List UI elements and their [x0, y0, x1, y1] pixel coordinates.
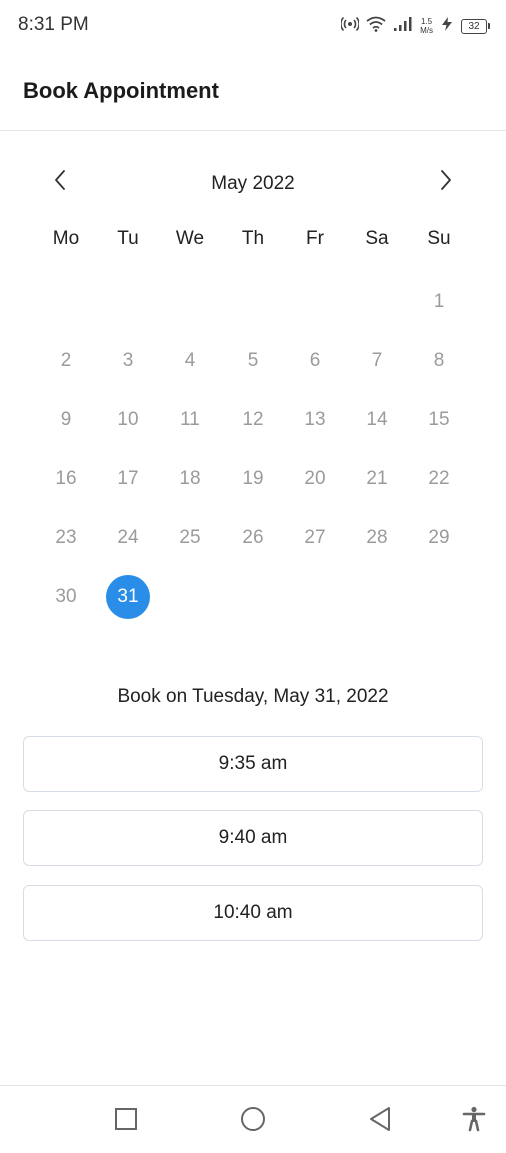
calendar-day[interactable]: 3 [106, 339, 150, 383]
calendar-day[interactable]: 20 [293, 457, 337, 501]
weekday-label: Th [241, 228, 265, 249]
calendar-day[interactable]: 28 [355, 516, 399, 560]
app-header: Book Appointment [0, 52, 506, 131]
time-slot-button[interactable]: 9:40 am [23, 810, 483, 866]
calendar-day[interactable]: 12 [231, 398, 275, 442]
calendar-day[interactable]: 17 [106, 457, 150, 501]
calendar-day[interactable]: 10 [106, 398, 150, 442]
calendar-day[interactable]: 7 [355, 339, 399, 383]
weekday-label: Su [427, 228, 451, 249]
status-icons: 1.5 M/s 32 [340, 14, 490, 38]
time-slot-label: 10:40 am [213, 902, 293, 923]
calendar-day[interactable]: 2 [44, 339, 88, 383]
battery-icon: 32 [461, 18, 490, 34]
calendar-day[interactable]: 22 [417, 457, 461, 501]
recent-apps-icon[interactable] [111, 1104, 141, 1134]
time-slot-button[interactable]: 10:40 am [23, 885, 483, 941]
home-icon[interactable] [238, 1104, 268, 1134]
calendar-day[interactable]: 21 [355, 457, 399, 501]
calendar-day[interactable]: 29 [417, 516, 461, 560]
calendar-day[interactable]: 13 [293, 398, 337, 442]
weekday-label: Sa [365, 228, 389, 249]
calendar-day[interactable]: 11 [168, 398, 212, 442]
network-speed: 1.5 M/s [420, 17, 433, 35]
weekday-label: Mo [52, 228, 80, 249]
calendar-day[interactable]: 14 [355, 398, 399, 442]
calendar-day[interactable]: 25 [168, 516, 212, 560]
calendar-day[interactable]: 4 [168, 339, 212, 383]
calendar-day[interactable]: 5 [231, 339, 275, 383]
back-icon[interactable] [365, 1104, 395, 1134]
charging-icon [440, 16, 454, 37]
time-slot-label: 9:40 am [218, 827, 288, 848]
calendar-day[interactable]: 6 [293, 339, 337, 383]
calendar-day[interactable]: 9 [44, 398, 88, 442]
calendar-day[interactable]: 19 [231, 457, 275, 501]
status-time: 8:31 PM [18, 14, 89, 35]
system-nav-bar [0, 1085, 506, 1153]
weekday-label: We [175, 228, 205, 249]
calendar-day[interactable]: 15 [417, 398, 461, 442]
calendar-day[interactable]: 1 [417, 280, 461, 324]
wifi-icon [366, 16, 386, 37]
speed-value: 1.5 [420, 17, 433, 26]
calendar-day[interactable]: 16 [44, 457, 88, 501]
battery-tip [488, 23, 490, 29]
time-slot-button[interactable]: 9:35 am [23, 736, 483, 792]
calendar-day[interactable]: 26 [231, 516, 275, 560]
calendar-day[interactable]: 24 [106, 516, 150, 560]
battery-level: 32 [461, 18, 487, 34]
speed-unit: M/s [420, 26, 433, 35]
time-slot-label: 9:35 am [218, 753, 288, 774]
booking-date-label: Book on Tuesday, May 31, 2022 [117, 686, 389, 707]
accessibility-icon[interactable] [459, 1104, 489, 1134]
hotspot-icon [340, 16, 360, 37]
calendar-day[interactable]: 8 [417, 339, 461, 383]
calendar-day[interactable]: 23 [44, 516, 88, 560]
next-month-button[interactable] [430, 166, 462, 198]
calendar-day[interactable]: 30 [44, 575, 88, 619]
page-title: Book Appointment [23, 78, 219, 103]
weekday-label: Tu [117, 228, 139, 249]
signal-icon [393, 16, 413, 37]
calendar-day[interactable]: 18 [168, 457, 212, 501]
calendar-day[interactable]: 27 [293, 516, 337, 560]
status-bar: 8:31 PM 1.5 M/s 32 [0, 0, 506, 52]
calendar-day-selected[interactable]: 31 [106, 575, 150, 619]
chevron-right-icon [439, 169, 453, 196]
weekday-label: Fr [306, 228, 324, 249]
